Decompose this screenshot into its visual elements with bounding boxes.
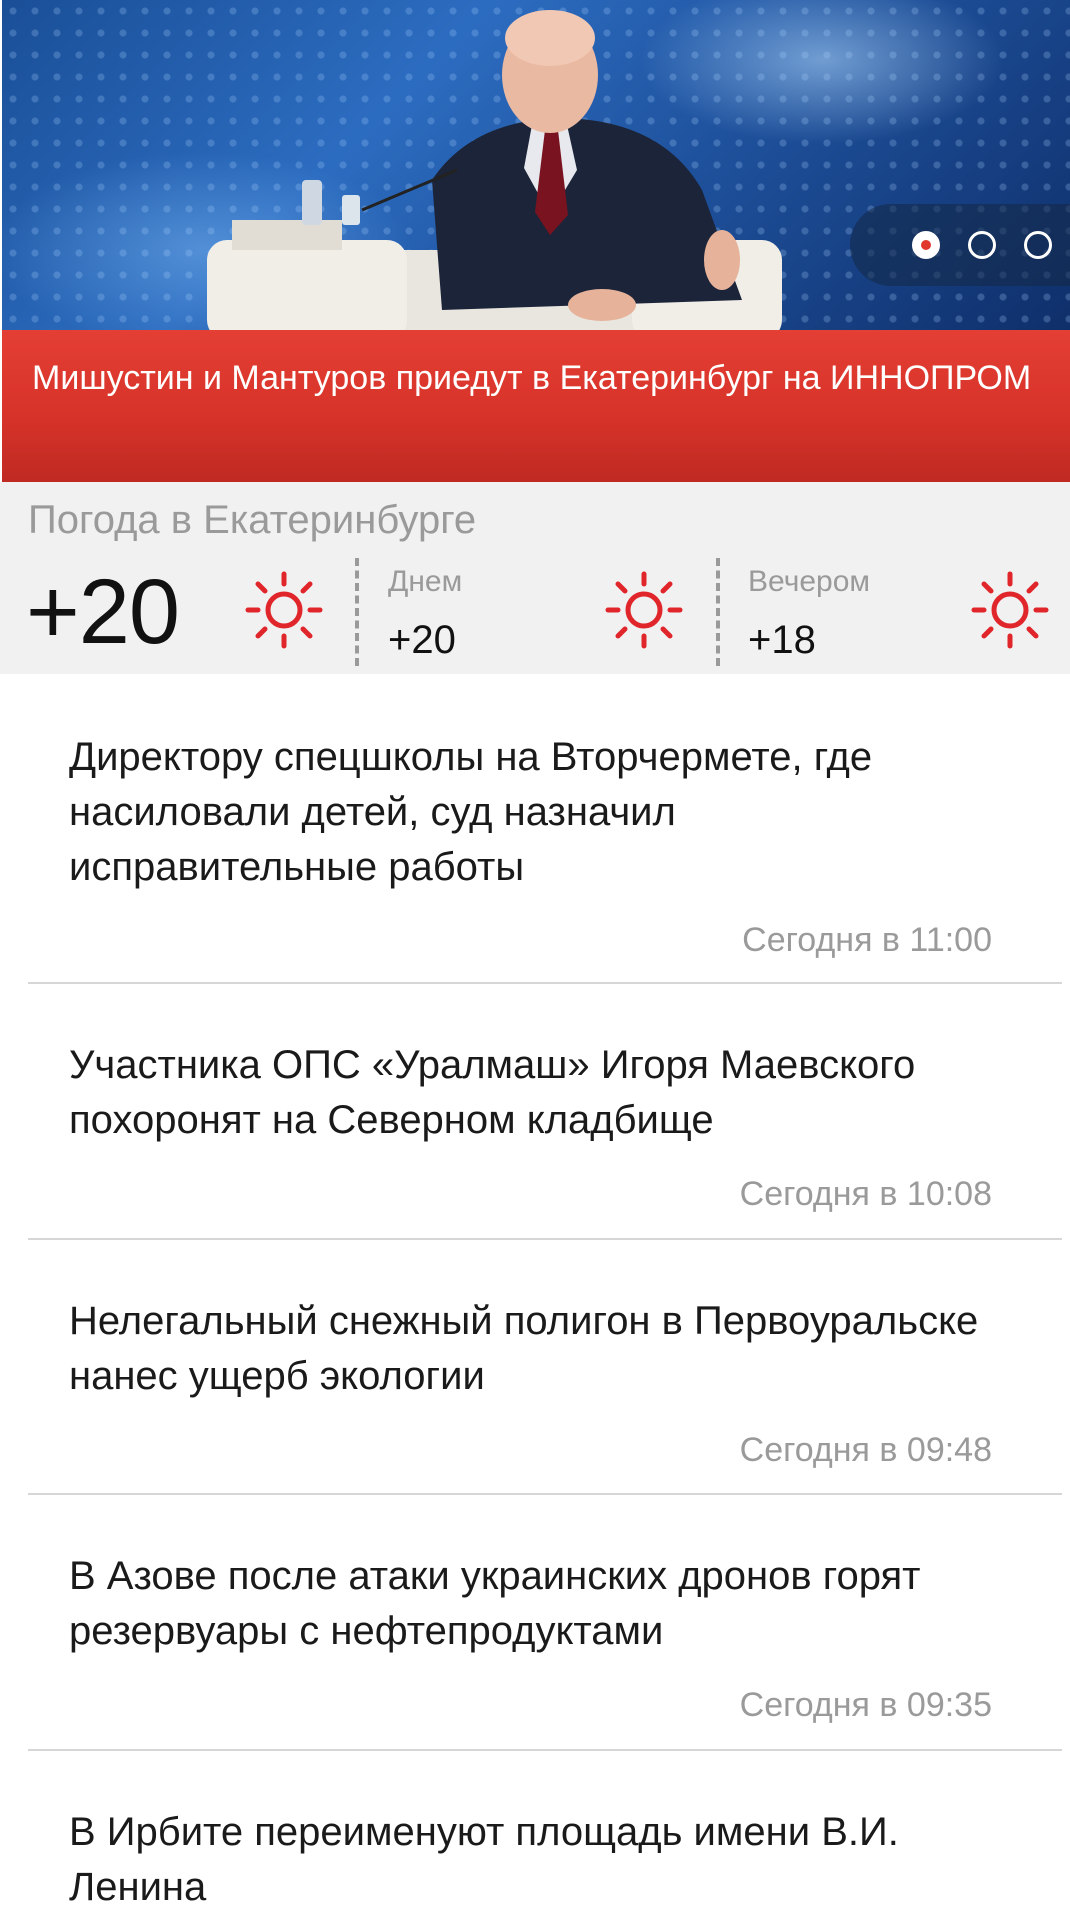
news-time: Сегодня в 09:35: [739, 1686, 992, 1724]
weather-title: Погода в Екатеринбурге: [28, 498, 477, 542]
news-time: Сегодня в 11:00: [742, 921, 992, 959]
sun-icon: [245, 571, 323, 649]
news-title[interactable]: В Ирбите переименуют площадь имени В.И. …: [69, 1805, 989, 1915]
carousel-pagination: [850, 204, 1070, 286]
news-title[interactable]: Нелегальный снежный полигон в Первоураль…: [69, 1294, 989, 1404]
weather-period-temp-day: +20: [388, 618, 456, 662]
weather-period-temp-evening: +18: [748, 618, 816, 662]
news-title[interactable]: Директору спецшколы на Вторчермете, где …: [69, 730, 989, 895]
news-title[interactable]: В Азове после атаки украинских дронов го…: [69, 1549, 989, 1659]
carousel-dot-1[interactable]: [912, 231, 940, 259]
hero-carousel[interactable]: Мишустин и Мантуров приедут в Екатеринбу…: [2, 0, 1070, 482]
news-item[interactable]: В Азове после атаки украинских дронов го…: [28, 1495, 1062, 1751]
carousel-dot-2[interactable]: [968, 231, 996, 259]
news-item[interactable]: Директору спецшколы на Вторчермете, где …: [28, 674, 1062, 984]
weather-widget[interactable]: Погода в Екатеринбурге +20 Днем +20 Вече…: [0, 482, 1070, 674]
weather-divider: [716, 558, 720, 666]
hero-caption[interactable]: Мишустин и Мантуров приедут в Екатеринбу…: [2, 330, 1070, 482]
news-title[interactable]: Участника ОПС «Уралмаш» Игоря Маевского …: [69, 1038, 989, 1148]
weather-period-label-evening: Вечером: [748, 565, 871, 598]
weather-divider: [355, 558, 359, 666]
news-time: Сегодня в 10:08: [739, 1175, 992, 1213]
news-item[interactable]: В Ирбите переименуют площадь имени В.И. …: [28, 1751, 1062, 1911]
weather-period-label-day: Днем: [388, 565, 463, 598]
weather-current-temp: +20: [26, 561, 180, 663]
sun-icon: [971, 571, 1049, 649]
news-item[interactable]: Участника ОПС «Уралмаш» Игоря Маевского …: [28, 984, 1062, 1240]
news-list: Директору спецшколы на Вторчермете, где …: [0, 674, 1070, 1911]
carousel-dot-3[interactable]: [1024, 231, 1052, 259]
sun-icon: [605, 571, 683, 649]
news-item[interactable]: Нелегальный снежный полигон в Первоураль…: [28, 1240, 1062, 1495]
news-time: Сегодня в 09:48: [739, 1431, 992, 1469]
